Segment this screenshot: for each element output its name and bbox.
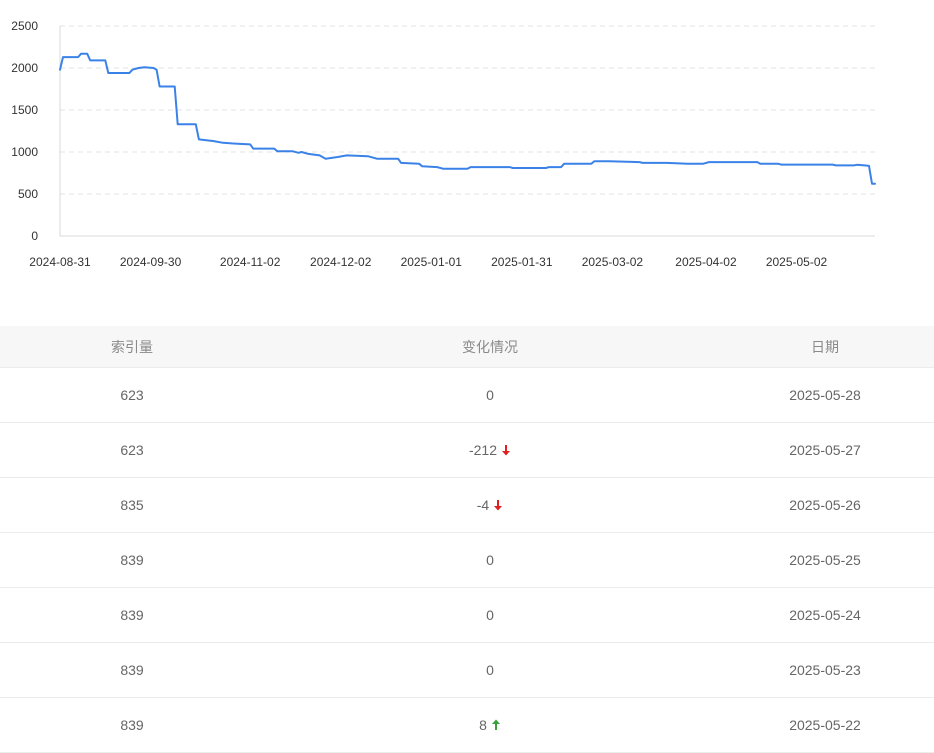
table-header: 索引量 变化情况 日期 [0,326,934,368]
table-row: 839 0 2025-05-25 [0,533,934,588]
arrow-up-icon [491,719,500,730]
change-value: 8 [479,717,487,733]
change-value: 0 [486,552,494,568]
cell-date: 2025-05-24 [789,607,861,623]
cell-index-count: 623 [120,387,144,403]
arrow-down-icon [494,500,503,511]
table-row: 839 0 2025-05-23 [0,643,934,698]
y-tick-label: 1000 [11,145,38,159]
cell-change: -212 [264,423,716,477]
arrow-down-icon [502,445,511,456]
cell-date: 2025-05-27 [789,442,861,458]
y-tick-label: 0 [31,229,38,243]
table-row: 839 8 2025-05-22 [0,698,934,753]
change-value: -212 [468,442,498,458]
x-tick-label: 2024-12-02 [310,255,372,269]
cell-index-count: 839 [120,552,144,568]
change-value: -4 [476,497,490,513]
header-date: 日期 [811,339,839,356]
x-tick-label: 2024-08-31 [29,255,91,269]
y-tick-label: 2000 [11,61,38,75]
x-tick-label: 2025-03-02 [582,255,644,269]
y-tick-label: 2500 [11,19,38,33]
cell-change: 0 [264,533,716,587]
table-row: 623 0 2025-05-28 [0,368,934,423]
change-value: 0 [486,662,494,678]
x-tick-label: 2025-05-02 [766,255,828,269]
cell-date: 2025-05-28 [789,387,861,403]
series-line [59,52,876,185]
table-row: 839 0 2025-05-24 [0,588,934,643]
x-tick-label: 2024-11-02 [220,255,281,269]
x-tick-label: 2024-09-30 [120,255,182,269]
x-tick-label: 2025-04-02 [675,255,737,269]
header-index-count: 索引量 [111,339,153,356]
line-chart-svg: 0 500 1000 1500 2000 2500 2024-08-31 2024-09-30… [11,19,876,269]
cell-index-count: 839 [120,717,144,733]
cell-index-count: 839 [120,607,144,623]
cell-change: 0 [264,368,716,422]
index-trend-chart: 0 500 1000 1500 2000 2500 2024-08-31 2024-09-30… [0,0,934,290]
cell-change: 0 [264,588,716,642]
index-table: 索引量 变化情况 日期 623 0 2025-05-28 623 -212 2025-05… [0,326,934,753]
cell-index-count: 839 [120,662,144,678]
cell-date: 2025-05-23 [789,662,861,678]
cell-change: 0 [264,643,716,697]
table-body: 623 0 2025-05-28 623 -212 2025-05-27 835 -4 2025… [0,368,934,753]
cell-date: 2025-05-22 [789,717,861,733]
change-value: 0 [486,387,494,403]
y-tick-label: 500 [18,187,38,201]
table-row: 623 -212 2025-05-27 [0,423,934,478]
cell-date: 2025-05-26 [789,497,861,513]
y-tick-label: 1500 [11,103,38,117]
cell-date: 2025-05-25 [789,552,861,568]
table-row: 835 -4 2025-05-26 [0,478,934,533]
cell-change: 8 [264,698,716,752]
change-value: 0 [486,607,494,623]
cell-index-count: 835 [120,497,144,513]
x-tick-label: 2025-01-01 [401,255,463,269]
x-tick-label: 2025-01-31 [491,255,553,269]
cell-index-count: 623 [120,442,144,458]
header-change: 变化情况 [462,339,518,356]
cell-change: -4 [264,478,716,532]
